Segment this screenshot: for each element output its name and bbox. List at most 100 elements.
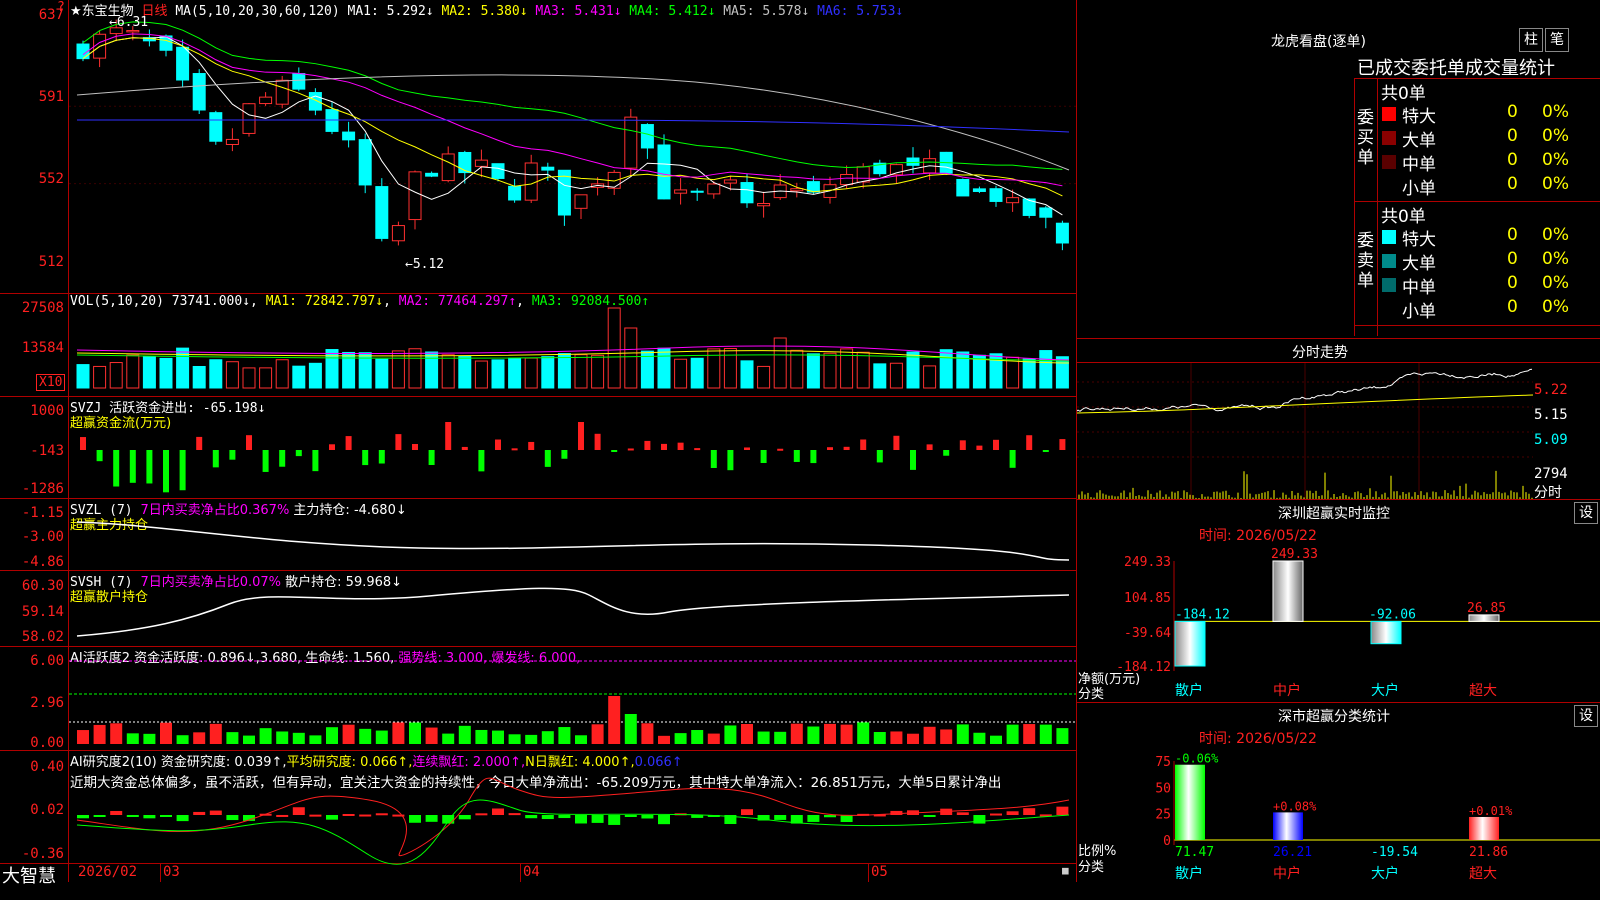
ai2-bar <box>923 815 936 817</box>
svzj-bar <box>810 450 817 464</box>
sz-monitor-settings-button[interactable]: 设 <box>1574 502 1598 524</box>
monitor-bar-label: 26.85 <box>1467 601 1506 616</box>
volume-bar <box>93 365 107 389</box>
column-button[interactable]: 柱 <box>1519 28 1543 52</box>
volume-bar <box>524 357 538 389</box>
svsh-axis-2: 59.14 <box>21 604 64 620</box>
kline-candle <box>524 162 538 201</box>
price-axis-512: 512 <box>38 254 64 270</box>
volume-bar <box>823 352 837 389</box>
buy-side-label: 委买单 <box>1357 108 1374 168</box>
ai1-bar <box>110 723 123 744</box>
kline-chart[interactable]: ←6.31 ←5.12 <box>69 0 1077 882</box>
volume-bar <box>972 354 986 389</box>
ai2-bar <box>176 815 189 822</box>
ai2-bar <box>641 815 654 819</box>
buy-total: 共0单 <box>1381 84 1426 104</box>
svzj-bar <box>246 435 252 450</box>
monitor-axis-label: -184.12 <box>1116 660 1171 675</box>
sell-row-count: 0 <box>1507 297 1518 317</box>
sell-row-pct: 0% <box>1542 273 1569 293</box>
sz-class-settings-button[interactable]: 设 <box>1574 705 1598 727</box>
ai1-bar <box>790 723 803 744</box>
ai2-bar <box>591 815 604 823</box>
svzj-bar <box>129 450 136 483</box>
sz-class-chart[interactable]: 75 50 25 0 -0.06% 71.47 散户 +0.08% 26.21 中户 -19.54 大… <box>1077 745 1600 900</box>
class-value-label: 26.21 <box>1273 845 1312 860</box>
svzj-bar <box>329 444 335 450</box>
kline-candle <box>126 30 140 33</box>
buy-row-name: 小单 <box>1402 179 1436 199</box>
ai2-bar <box>608 815 621 825</box>
sz-monitor-chart[interactable]: 249.33 104.85 -39.64 -184.12 -184.12 散户 249.33… <box>1077 545 1600 715</box>
brand-label: 大智慧 <box>2 866 56 887</box>
ai2-axis-2: 0.02 <box>30 802 64 818</box>
ai1-bar <box>492 730 504 744</box>
buy-row-count: 0 <box>1507 150 1518 170</box>
ai1-bar <box>674 733 687 744</box>
pen-button[interactable]: 笔 <box>1545 28 1569 52</box>
ai2-bar <box>110 810 123 815</box>
kline-candle <box>640 124 654 149</box>
kline-candle <box>707 183 721 195</box>
kline-candle <box>408 171 422 221</box>
svzj-bar <box>96 450 103 462</box>
volume-bar <box>956 351 970 389</box>
volume-bar <box>624 327 638 389</box>
ai1-bar <box>309 735 322 744</box>
volume-bar <box>491 359 505 389</box>
kline-candle <box>391 225 405 242</box>
ai2-bar <box>375 813 388 816</box>
intraday-chart[interactable] <box>1077 363 1533 499</box>
ai2-bar <box>956 812 969 815</box>
ai2-bar <box>143 815 156 819</box>
class-axis-label: 75 <box>1155 755 1171 770</box>
ai1-axis-2: 2.96 <box>30 695 64 711</box>
ai2-bar <box>193 811 206 815</box>
ai1-bar <box>193 732 206 744</box>
volume-bar <box>657 347 671 389</box>
class-axis-label: 50 <box>1155 781 1171 796</box>
sell-row-pct: 0% <box>1542 225 1569 245</box>
sell-row-name: 小单 <box>1402 302 1436 322</box>
ai1-bar <box>873 732 886 744</box>
svzl-axis-3: -4.86 <box>21 554 64 570</box>
intraday-axis-3: 5.09 <box>1534 432 1568 448</box>
ai2-bar <box>1006 811 1019 815</box>
svzj-bar <box>262 450 269 472</box>
svzj-bar <box>229 450 236 460</box>
svzj-bar <box>627 448 634 451</box>
ai2-bar <box>342 813 355 816</box>
svzj-bar <box>295 450 302 457</box>
svzj-bar <box>727 450 734 471</box>
ai2-bar <box>508 813 521 816</box>
kline-candle <box>275 79 289 105</box>
ai1-bar <box>774 731 787 744</box>
sell-row-count: 0 <box>1507 225 1518 245</box>
ai2-bar <box>226 815 239 821</box>
dragon-tiger-panel: 龙虎看盘(逐单) 柱 笔 已成交委托单成交量统计 委买单 委卖单 共0单 共0单… <box>1077 0 1600 338</box>
volume-bar <box>757 365 771 389</box>
ai2-axis-3: -0.36 <box>21 846 64 862</box>
class-axis-label: 25 <box>1155 808 1171 823</box>
monitor-axis-label: -39.64 <box>1124 626 1171 641</box>
volume-bar <box>840 348 854 389</box>
svzj-bar <box>777 448 784 451</box>
volume-bar <box>690 357 704 389</box>
svzj-bar <box>843 446 850 450</box>
ai1-bar <box>907 733 919 744</box>
ai1-bar <box>840 724 853 744</box>
kline-candle <box>325 109 339 132</box>
main-chart-area[interactable]: ★东宝生物 日线 MA(5,10,20,30,60,120) MA1: 5.29… <box>0 0 1077 900</box>
svzj-bar <box>744 447 750 450</box>
ai1-bar <box>1056 728 1069 744</box>
ai1-bar <box>525 734 538 744</box>
ai1-bar <box>259 728 272 744</box>
svzj-bar <box>677 442 684 450</box>
ma-line <box>82 37 1063 197</box>
ai2-bar <box>624 815 637 817</box>
svzj-bar <box>1042 450 1049 452</box>
buy-row-swatch <box>1382 131 1396 145</box>
monitor-category-label: 散户 <box>1175 682 1203 699</box>
volume-bar <box>607 307 621 389</box>
